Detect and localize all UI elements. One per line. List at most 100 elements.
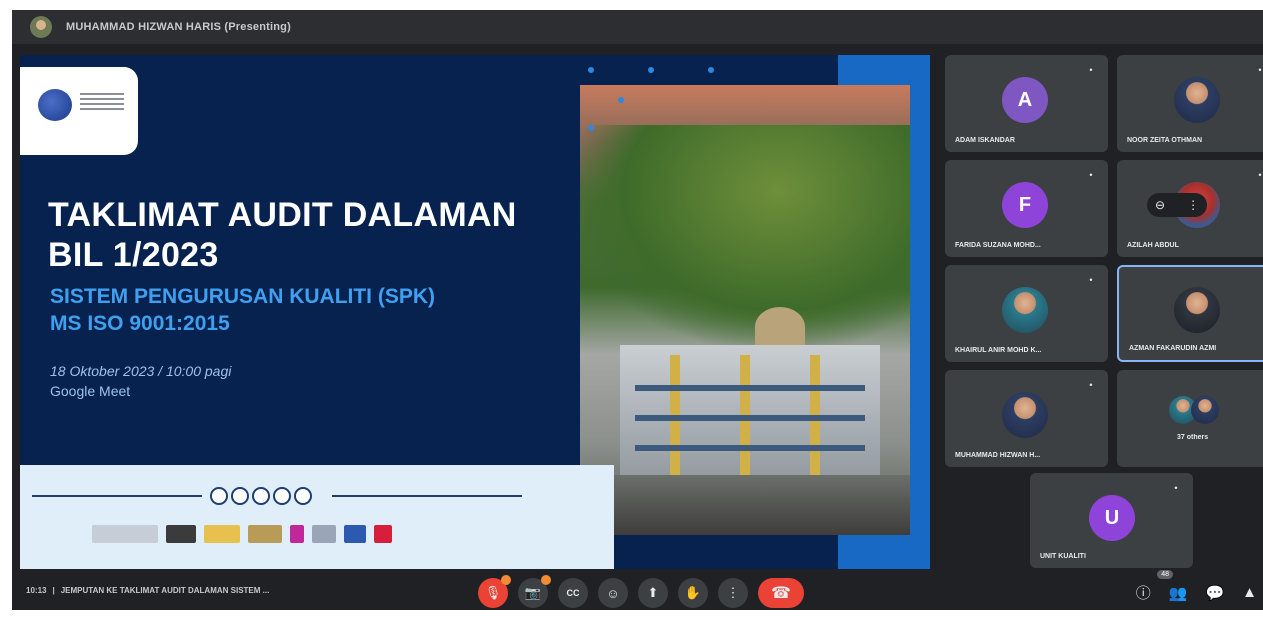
participant-tile[interactable]: F • FARIDA SUZANA MOHD... <box>945 160 1108 257</box>
logo-emblem <box>38 89 72 121</box>
photo-hill <box>580 125 910 345</box>
participant-avatar <box>1191 396 1219 424</box>
campus-photo <box>580 85 910 535</box>
participant-name: MUHAMMAD HIZWAN H... <box>955 452 1041 459</box>
captions-button[interactable]: CC <box>558 578 588 608</box>
participant-tile[interactable]: U • UNIT KUALITI <box>1030 473 1193 568</box>
people-count-badge: 48 <box>1157 570 1173 579</box>
heart-logo <box>374 525 392 543</box>
leave-call-button[interactable]: ☎ <box>758 578 804 608</box>
photo-ground <box>580 475 910 535</box>
emoji-icon: ☺ <box>606 585 620 601</box>
people-button[interactable]: 👥 <box>1169 584 1188 602</box>
camera-toggle-button[interactable]: 📷 <box>518 575 551 608</box>
activities-button[interactable]: ▲ <box>1242 584 1257 601</box>
more-options-button[interactable]: ⋮ <box>718 578 748 608</box>
slide-date: 18 Oktober 2023 / 10:00 pagi <box>50 363 232 379</box>
decor-dot <box>618 97 624 103</box>
university-logo <box>20 67 138 155</box>
mic-off-icon: • <box>1174 483 1178 493</box>
present-button[interactable]: ⬆ <box>638 578 668 608</box>
participant-avatar: F <box>1002 182 1048 228</box>
sponsor-logos <box>92 525 392 543</box>
shared-slide: TAKLIMAT AUDIT DALAMAN BIL 1/2023 SISTEM… <box>20 55 930 569</box>
photo-dome <box>755 307 805 347</box>
twitter-icon <box>252 487 270 505</box>
participant-name: NOOR ZEITA OTHMAN <box>1127 137 1203 144</box>
tiktok-icon <box>294 487 312 505</box>
participant-avatar: A <box>1002 77 1048 123</box>
others-count: 37 others <box>1177 434 1209 441</box>
presenter-name: MUHAMMAD HIZWAN HARIS (Presenting) <box>66 21 291 33</box>
slide-subtitle-line1: SISTEM PENGURUSAN KUALITI (SPK) <box>50 285 436 308</box>
slide-footer <box>20 465 614 569</box>
photo-window-row <box>635 445 865 451</box>
control-bar: 10:13 | JEMPUTAN KE TAKLIMAT AUDIT DALAMAN… <box>12 570 1263 610</box>
participant-tile[interactable]: • NOOR ZEITA OTHMAN <box>1117 55 1263 152</box>
meeting-info: 10:13 | JEMPUTAN KE TAKLIMAT AUDIT DALAMAN… <box>26 586 269 595</box>
hand-icon: ✋ <box>684 585 702 600</box>
participant-name: ADAM ISKANDAR <box>955 137 1015 144</box>
participant-tile[interactable]: A • ADAM ISKANDAR <box>945 55 1108 152</box>
sponsor-logo <box>344 525 366 543</box>
phone-hangup-icon: ☎ <box>771 585 791 602</box>
meeting-separator: | <box>52 586 55 595</box>
mic-icon: 🎙 <box>484 585 502 600</box>
meeting-info-button[interactable]: ⓘ <box>1136 582 1151 603</box>
slide-title-line2: BIL 1/2023 <box>48 236 219 274</box>
raise-hand-button[interactable]: ✋ <box>678 578 708 608</box>
participant-avatar <box>1002 392 1048 438</box>
side-panel-buttons: ⓘ 👥 💬 ▲ <box>1136 582 1257 603</box>
participant-avatar <box>1174 77 1220 123</box>
presenter-avatar <box>30 16 52 38</box>
photo-window-row <box>635 415 865 421</box>
facebook-icon <box>210 487 228 505</box>
mic-off-icon: • <box>1089 275 1093 285</box>
others-tile[interactable]: 37 others <box>1117 370 1263 467</box>
sponsor-logo <box>204 525 240 543</box>
sponsor-logo <box>312 525 336 543</box>
reactions-button[interactable]: ☺ <box>598 578 628 608</box>
camera-icon: 📷 <box>524 585 542 600</box>
slide-title-line1: TAKLIMAT AUDIT DALAMAN <box>48 196 517 234</box>
participant-name: UNIT KUALITI <box>1040 553 1086 560</box>
mic-toggle-button[interactable]: 🎙 <box>478 575 511 608</box>
footer-line <box>32 495 202 497</box>
remove-icon[interactable]: ⊖ <box>1155 198 1165 212</box>
sponsor-logo <box>92 525 158 543</box>
participant-avatar <box>1002 287 1048 333</box>
meeting-time: 10:13 <box>26 586 47 595</box>
slide-venue: Google Meet <box>50 383 131 399</box>
mic-off-icon: • <box>1258 65 1262 75</box>
more-icon: ⋮ <box>726 585 740 600</box>
participant-tile[interactable]: ⊖ ⋮ • AZILAH ABDUL <box>1117 160 1263 257</box>
meeting-title: JEMPUTAN KE TAKLIMAT AUDIT DALAMAN SISTE… <box>60 586 270 595</box>
participant-tile-speaking[interactable]: AZMAN FAKARUDIN AZMI <box>1117 265 1263 362</box>
sponsor-logo <box>248 525 282 543</box>
logo-text <box>80 93 125 113</box>
meet-window: MUHAMMAD HIZWAN HARIS (Presenting) TAKLI… <box>12 10 1263 610</box>
more-options-icon[interactable]: ⋮ <box>1187 198 1199 212</box>
captions-icon: CC <box>566 588 580 598</box>
sponsor-logo <box>166 525 196 543</box>
footer-line <box>332 495 522 497</box>
slide-subtitle: SISTEM PENGURUSAN KUALITI (SPK) MS ISO 9… <box>50 283 435 337</box>
social-icons <box>210 487 312 505</box>
participant-tile[interactable]: • MUHAMMAD HIZWAN H... <box>945 370 1108 467</box>
mic-off-icon: • <box>1089 380 1093 390</box>
warning-badge <box>501 575 511 585</box>
present-icon: ⬆ <box>647 585 659 600</box>
slide-title: TAKLIMAT AUDIT DALAMAN BIL 1/2023 <box>48 195 517 275</box>
chat-button[interactable]: 💬 <box>1205 584 1224 602</box>
decor-dot <box>708 67 714 73</box>
participant-name: AZILAH ABDUL <box>1127 242 1179 249</box>
participant-avatar <box>1174 287 1220 333</box>
decor-dot <box>588 67 594 73</box>
call-controls: 🎙 📷 CC ☺ ⬆ ✋ ⋮ ☎ <box>478 575 804 608</box>
participant-tile[interactable]: • KHAIRUL ANIR MOHD K... <box>945 265 1108 362</box>
presenter-bar: MUHAMMAD HIZWAN HARIS (Presenting) <box>12 10 1263 44</box>
mic-off-icon: • <box>1258 170 1262 180</box>
mic-off-icon: • <box>1089 65 1093 75</box>
youtube-icon <box>273 487 291 505</box>
tile-hover-controls[interactable]: ⊖ ⋮ <box>1147 193 1208 217</box>
